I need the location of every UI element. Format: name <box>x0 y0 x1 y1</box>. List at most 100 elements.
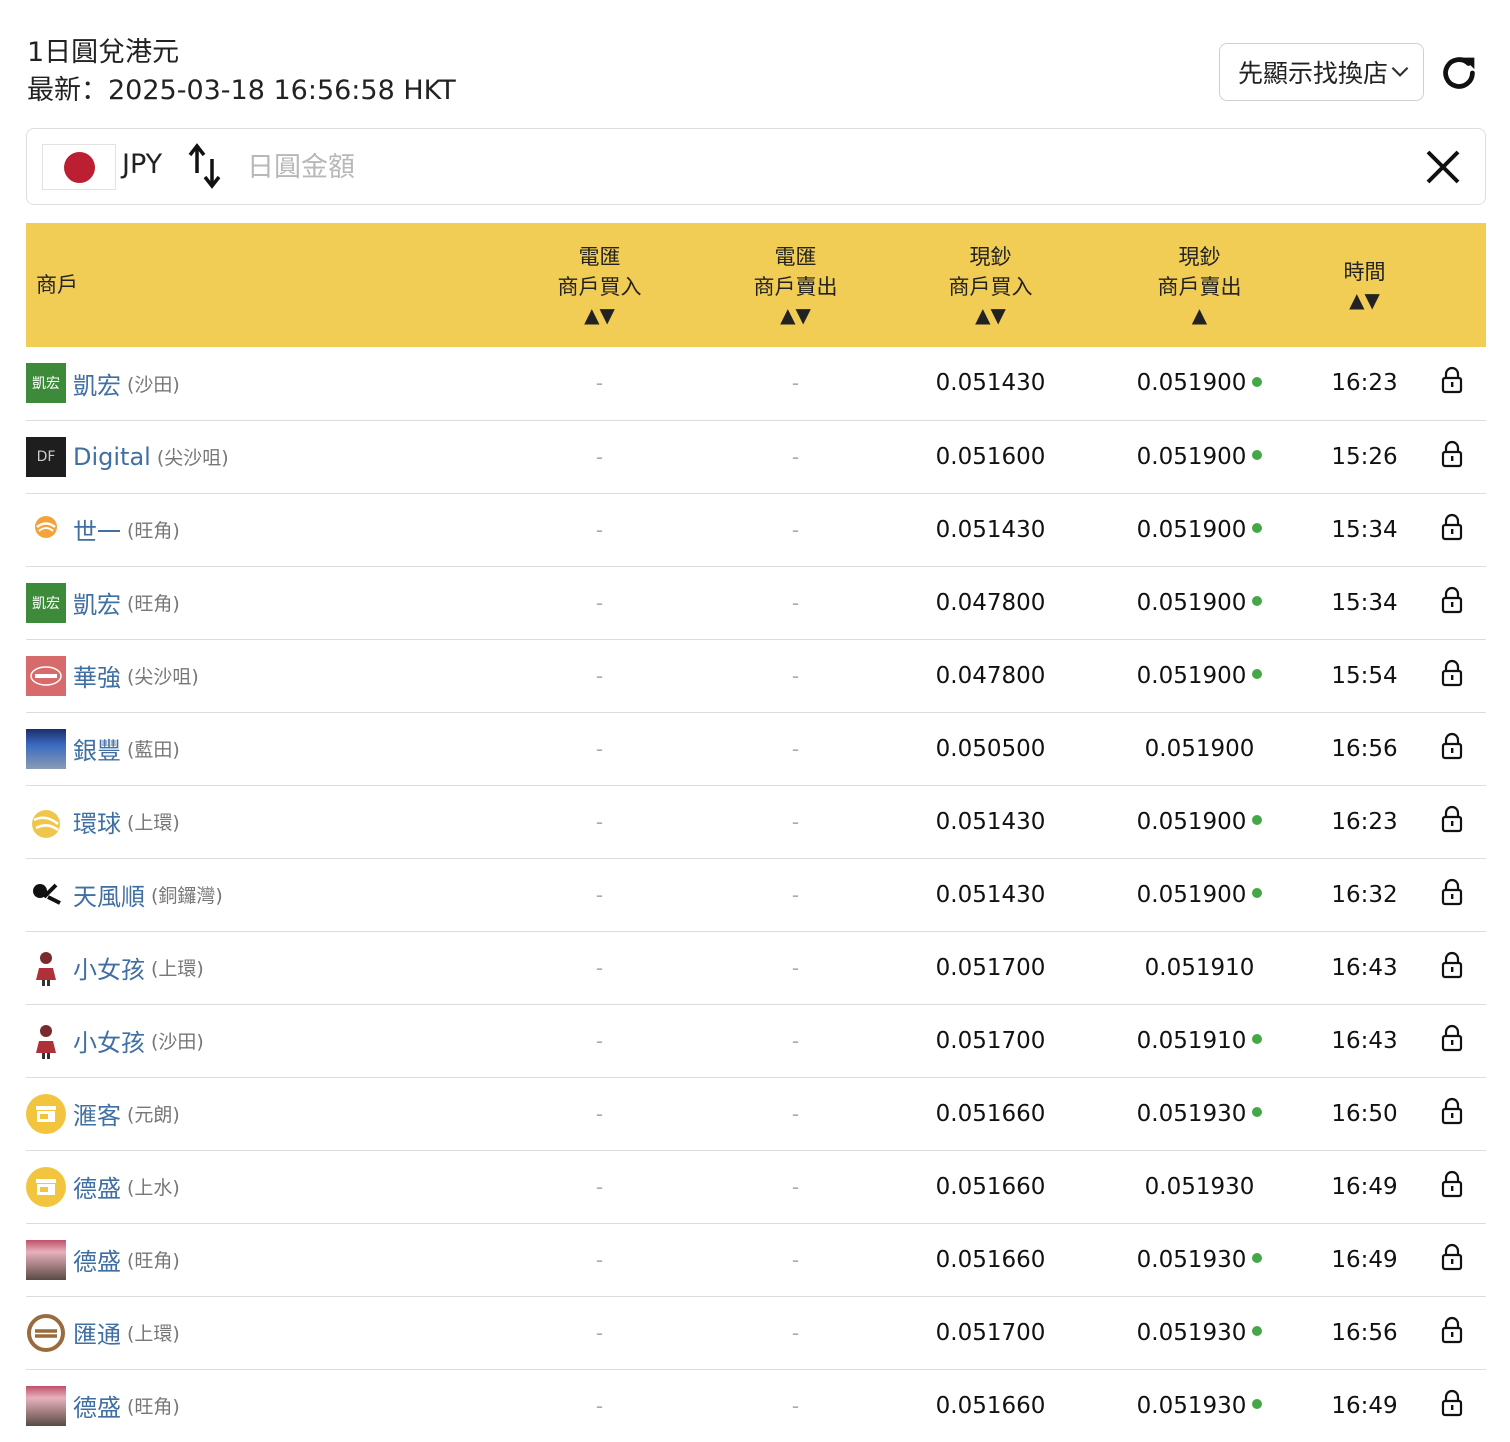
table-row[interactable]: 德盛 (旺角) - -0.051660 0.051930 16:49 <box>26 1223 1486 1297</box>
lock-icon[interactable] <box>1441 659 1463 687</box>
merchant-name-link[interactable]: Digital <box>73 443 151 471</box>
column-tt-sell[interactable]: 電匯 商戶賣出 ▲▼ <box>698 223 893 347</box>
lock-icon[interactable] <box>1441 805 1463 833</box>
japan-flag-icon[interactable] <box>42 144 116 190</box>
lock-cell[interactable] <box>1418 493 1486 567</box>
table-row[interactable]: 環球 (上環) - -0.051430 0.051900 16:23 <box>26 785 1486 859</box>
tt-sell-value: - <box>698 1077 893 1151</box>
lock-icon[interactable] <box>1441 1389 1463 1417</box>
table-row[interactable]: 小女孩 (沙田) - -0.051700 0.051910 16:43 <box>26 1004 1486 1078</box>
column-cash-buy[interactable]: 現鈔 商戶買入 ▲▼ <box>893 223 1088 347</box>
swap-icon[interactable] <box>187 143 223 189</box>
merchant-cell[interactable]: 德盛 (旺角) <box>26 1223 501 1297</box>
merchant-cell[interactable]: 匯通 (上環) <box>26 1296 501 1370</box>
merchant-type-select[interactable]: 先顯示找換店 <box>1219 43 1424 101</box>
lock-cell[interactable] <box>1418 1369 1486 1442</box>
live-status-dot <box>1252 596 1263 606</box>
sort-icon[interactable]: ▲▼ <box>1311 287 1418 313</box>
lock-icon[interactable] <box>1441 1243 1463 1271</box>
lock-icon[interactable] <box>1441 732 1463 760</box>
currency-code[interactable]: JPY <box>122 149 162 180</box>
merchant-cell[interactable]: 世一 (旺角) <box>26 493 501 567</box>
merchant-name-link[interactable]: 德盛 <box>73 1169 121 1204</box>
merchant-name-link[interactable]: 匯通 <box>73 1315 121 1350</box>
merchant-cell[interactable]: DF Digital (尖沙咀) <box>26 420 501 494</box>
table-row[interactable]: 世一 (旺角) - -0.051430 0.051900 15:34 <box>26 493 1486 567</box>
lock-cell[interactable] <box>1418 785 1486 859</box>
table-row[interactable]: 華強 (尖沙咀) - -0.047800 0.051900 15:54 <box>26 639 1486 713</box>
lock-icon[interactable] <box>1441 878 1463 906</box>
lock-cell[interactable] <box>1418 347 1486 421</box>
merchant-name-link[interactable]: 天風順 <box>73 877 145 912</box>
lock-cell[interactable] <box>1418 420 1486 494</box>
live-status-dot <box>1252 1107 1263 1117</box>
lock-icon[interactable] <box>1441 440 1463 468</box>
lock-icon[interactable] <box>1441 366 1463 394</box>
merchant-cell[interactable]: 德盛 (上水) <box>26 1150 501 1224</box>
column-time[interactable]: 時間 ▲▼ <box>1311 223 1418 347</box>
lock-cell[interactable] <box>1418 1077 1486 1151</box>
merchant-cell[interactable]: 銀豐 (藍田) <box>26 712 501 786</box>
table-row[interactable]: DF Digital (尖沙咀) - -0.051600 0.051900 15:26 <box>26 420 1486 494</box>
lock-cell[interactable] <box>1418 858 1486 932</box>
amount-input[interactable] <box>247 141 1347 193</box>
sort-icon[interactable]: ▲ <box>1088 302 1311 328</box>
lock-icon[interactable] <box>1441 951 1463 979</box>
merchant-cell[interactable]: 凱宏 凱宏 (旺角) <box>26 566 501 640</box>
table-row[interactable]: 小女孩 (上環) - -0.051700 0.051910 16:43 <box>26 931 1486 1005</box>
column-cash-sell[interactable]: 現鈔 商戶賣出 ▲ <box>1088 223 1311 347</box>
lock-icon[interactable] <box>1441 513 1463 541</box>
refresh-icon[interactable] <box>1436 50 1482 96</box>
merchant-name-link[interactable]: 華強 <box>73 658 121 693</box>
merchant-cell[interactable]: 滙客 (元朗) <box>26 1077 501 1151</box>
merchant-cell[interactable]: 小女孩 (沙田) <box>26 1004 501 1078</box>
lock-cell[interactable] <box>1418 1004 1486 1078</box>
merchant-name-link[interactable]: 凱宏 <box>73 366 121 401</box>
sort-icon[interactable]: ▲▼ <box>501 302 698 328</box>
merchant-cell[interactable]: 德盛 (旺角) <box>26 1369 501 1442</box>
table-row[interactable]: 凱宏 凱宏 (沙田) - -0.051430 0.051900 16:23 <box>26 347 1486 421</box>
merchant-name-link[interactable]: 德盛 <box>73 1242 121 1277</box>
lock-cell[interactable] <box>1418 931 1486 1005</box>
merchant-cell[interactable]: 小女孩 (上環) <box>26 931 501 1005</box>
lock-cell[interactable] <box>1418 1150 1486 1224</box>
lock-icon[interactable] <box>1441 1097 1463 1125</box>
merchant-cell[interactable]: 華強 (尖沙咀) <box>26 639 501 713</box>
merchant-name-link[interactable]: 凱宏 <box>73 585 121 620</box>
merchant-cell[interactable]: 凱宏 凱宏 (沙田) <box>26 347 501 421</box>
table-row[interactable]: 德盛 (上水) - -0.051660 0.051930 16:49 <box>26 1150 1486 1224</box>
lock-icon[interactable] <box>1441 1170 1463 1198</box>
sort-icon[interactable]: ▲▼ <box>698 302 893 328</box>
lock-icon[interactable] <box>1441 1024 1463 1052</box>
lock-cell[interactable] <box>1418 566 1486 640</box>
column-tt-buy[interactable]: 電匯 商戶買入 ▲▼ <box>501 223 698 347</box>
merchant-name-link[interactable]: 小女孩 <box>73 1023 145 1058</box>
merchant-cell[interactable]: 環球 (上環) <box>26 785 501 859</box>
update-time: 16:50 <box>1311 1077 1418 1151</box>
cash-buy-value: 0.051700 <box>893 931 1088 1005</box>
table-row[interactable]: 匯通 (上環) - -0.051700 0.051930 16:56 <box>26 1296 1486 1370</box>
merchant-name-link[interactable]: 滙客 <box>73 1096 121 1131</box>
sort-icon[interactable]: ▲▼ <box>893 302 1088 328</box>
lock-icon[interactable] <box>1441 586 1463 614</box>
cash-sell-value: 0.051930 <box>1088 1150 1311 1224</box>
merchant-cell[interactable]: 天風順 (銅鑼灣) <box>26 858 501 932</box>
table-row[interactable]: 天風順 (銅鑼灣) - -0.051430 0.051900 16:32 <box>26 858 1486 932</box>
merchant-name-link[interactable]: 世一 <box>73 512 121 547</box>
table-row[interactable]: 滙客 (元朗) - -0.051660 0.051930 16:50 <box>26 1077 1486 1151</box>
table-row[interactable]: 銀豐 (藍田) - -0.050500 0.051900 16:56 <box>26 712 1486 786</box>
merchant-name-link[interactable]: 德盛 <box>73 1388 121 1423</box>
close-icon[interactable] <box>1425 149 1461 185</box>
lock-cell[interactable] <box>1418 639 1486 713</box>
lock-cell[interactable] <box>1418 1223 1486 1297</box>
table-row[interactable]: 德盛 (旺角) - -0.051660 0.051930 16:49 <box>26 1369 1486 1442</box>
lock-cell[interactable] <box>1418 712 1486 786</box>
lock-icon[interactable] <box>1441 1316 1463 1344</box>
merchant-name-link[interactable]: 小女孩 <box>73 950 145 985</box>
column-lock <box>1418 223 1486 347</box>
merchant-name-link[interactable]: 銀豐 <box>73 731 121 766</box>
table-row[interactable]: 凱宏 凱宏 (旺角) - -0.047800 0.051900 15:34 <box>26 566 1486 640</box>
merchant-logo: 凱宏 <box>26 582 66 623</box>
merchant-name-link[interactable]: 環球 <box>73 804 121 839</box>
lock-cell[interactable] <box>1418 1296 1486 1370</box>
